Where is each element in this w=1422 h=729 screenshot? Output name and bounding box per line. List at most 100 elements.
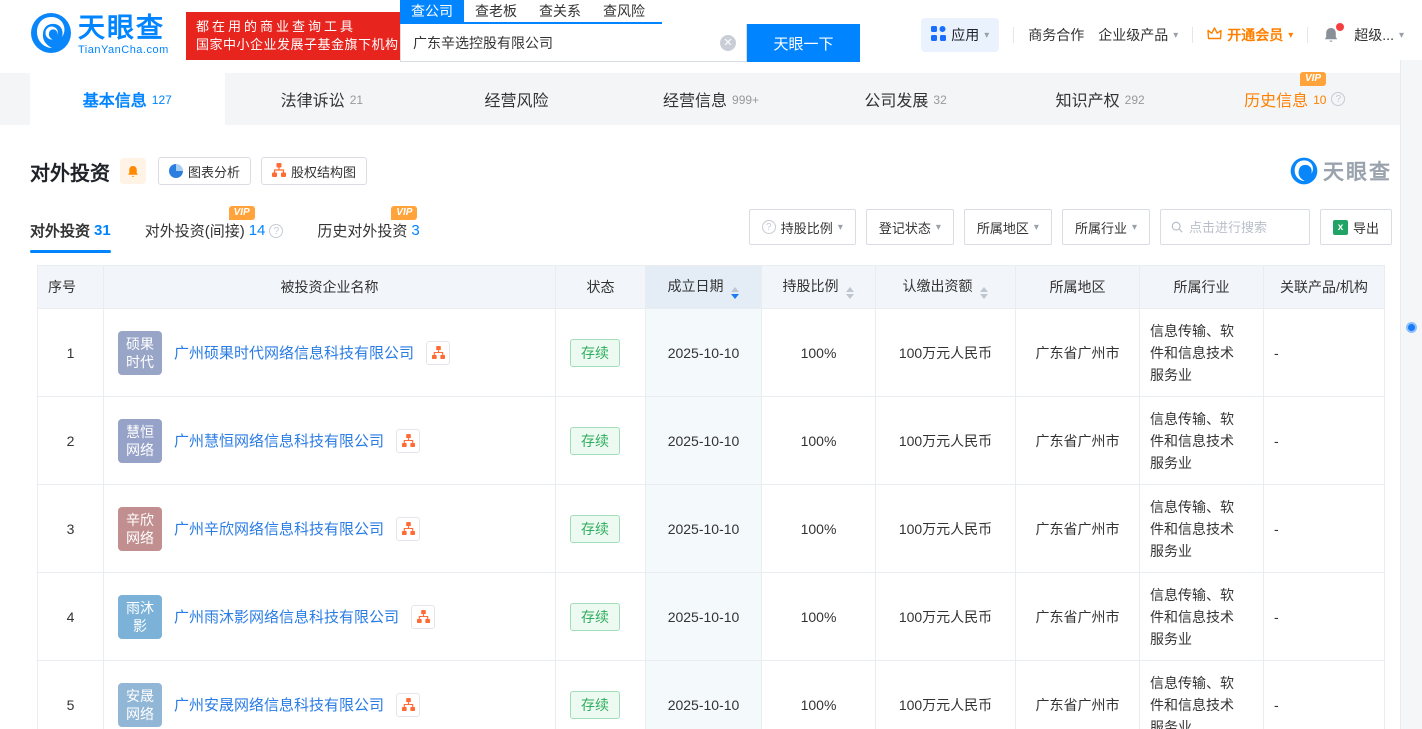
tianyancha-logo[interactable]: 天眼查 TianYanCha.com xyxy=(30,12,169,59)
vip-badge: VIP xyxy=(391,206,418,220)
company-link[interactable]: 广州慧恒网络信息科技有限公司 xyxy=(174,430,384,451)
col-header-shareholding-ratio[interactable]: 持股比例 xyxy=(761,265,876,309)
search-tab-risk[interactable]: 查风险 xyxy=(592,0,656,22)
tab-basic-info[interactable]: 基本信息 127 xyxy=(30,73,225,125)
company-link[interactable]: 广州辛欣网络信息科技有限公司 xyxy=(174,518,384,539)
col-header-status: 状态 xyxy=(555,265,646,309)
nav-apps[interactable]: 应用 ▾ xyxy=(921,18,1000,52)
divider xyxy=(1013,27,1015,43)
search-tab-relation[interactable]: 查关系 xyxy=(528,0,592,22)
col-header-company: 被投资企业名称 xyxy=(103,265,556,309)
subtab-indirect-investment[interactable]: 对外投资(间接) VIP 14 ? xyxy=(145,206,284,253)
table-row: 2 慧恒网络 广州慧恒网络信息科技有限公司 存续 2025-10-10 100%… xyxy=(37,396,1385,485)
equity-structure-icon[interactable] xyxy=(396,428,421,453)
table-row: 4 雨沐影 广州雨沐影网络信息科技有限公司 存续 2025-10-10 100%… xyxy=(37,572,1385,661)
logo-subtitle: TianYanCha.com xyxy=(78,44,169,56)
company-link[interactable]: 广州安晟网络信息科技有限公司 xyxy=(174,694,384,715)
nav-business-cooperation[interactable]: 商务合作 xyxy=(1028,25,1084,45)
tab-operating-info[interactable]: 经营信息 999+ xyxy=(614,73,809,125)
filter-region[interactable]: 所属地区 ▾ xyxy=(963,209,1052,245)
sort-icon[interactable] xyxy=(846,286,855,299)
help-icon[interactable]: ? xyxy=(1331,92,1346,106)
subscribed-capital: 100万元人民币 xyxy=(875,396,1016,485)
established-date: 2025-10-10 xyxy=(645,308,762,397)
subscribe-bell-button[interactable] xyxy=(120,158,146,184)
tab-legal-proceedings[interactable]: 法律诉讼 21 xyxy=(225,73,420,125)
nav-account[interactable]: 超级... ▾ xyxy=(1354,25,1404,45)
filter-bar: ? 持股比例 ▾ 登记状态 ▾ 所属地区 ▾ 所属行业 ▾ 点击进行搜索 x 导… xyxy=(748,209,1392,253)
search-button[interactable]: 天眼一下 xyxy=(747,24,860,62)
tab-history-info[interactable]: 历史信息 VIP 10 ? xyxy=(1197,72,1392,125)
established-date: 2025-10-10 xyxy=(645,484,762,573)
search-tab-company[interactable]: 查公司 xyxy=(400,0,464,22)
scrollbar[interactable] xyxy=(1400,60,1422,729)
page: 天眼查 TianYanCha.com 都在用的商业查询工具 国家中小企业发展子基… xyxy=(0,0,1422,729)
sort-icon[interactable] xyxy=(980,286,989,299)
bell-icon xyxy=(128,165,138,177)
divider xyxy=(1307,27,1309,43)
filter-registration-status[interactable]: 登记状态 ▾ xyxy=(865,209,954,245)
filter-shareholding-ratio[interactable]: ? 持股比例 ▾ xyxy=(748,209,856,245)
industry: 信息传输、软件和信息技术服务业 xyxy=(1139,660,1264,729)
nav-enterprise-products[interactable]: 企业级产品 ▾ xyxy=(1098,25,1178,45)
export-button[interactable]: x 导出 xyxy=(1319,209,1392,245)
subtab-outbound-investment[interactable]: 对外投资 31 xyxy=(30,220,111,253)
col-header-region: 所属地区 xyxy=(1015,265,1140,309)
apps-grid-icon xyxy=(931,26,947,44)
row-index: 3 xyxy=(37,484,104,573)
search-tab-boss[interactable]: 查老板 xyxy=(464,0,528,22)
company-avatar: 安晟网络 xyxy=(118,682,162,727)
subtab-historical-investment[interactable]: 历史对外投资 VIP 3 xyxy=(317,206,420,253)
table-search-box[interactable] xyxy=(1159,209,1310,245)
org-chart-icon xyxy=(272,162,287,180)
chevron-down-icon: ▾ xyxy=(1033,221,1039,233)
equity-structure-icon[interactable] xyxy=(426,340,451,365)
promo-line2: 国家中小企业发展子基金旗下机构 xyxy=(196,37,399,52)
equity-structure-icon[interactable] xyxy=(396,692,421,717)
tab-operating-risk[interactable]: 经营风险 xyxy=(419,73,614,125)
sort-icon[interactable] xyxy=(731,286,740,299)
company-link[interactable]: 广州雨沐影网络信息科技有限公司 xyxy=(174,606,399,627)
row-index: 5 xyxy=(37,660,104,729)
filter-industry[interactable]: 所属行业 ▾ xyxy=(1061,209,1150,245)
tianyancha-logo-icon xyxy=(1290,157,1318,185)
industry: 信息传输、软件和信息技术服务业 xyxy=(1139,308,1264,397)
tianyancha-watermark: 天眼查 xyxy=(1290,156,1392,186)
company-avatar: 慧恒网络 xyxy=(118,418,162,463)
main-content: 对外投资 图表分析 股权结构图 天眼查 对外投资 31 对外投资(间接) VIP… xyxy=(0,155,1422,729)
col-header-established-date[interactable]: 成立日期 xyxy=(645,265,762,309)
promo-line1: 都在用的商业查询工具 xyxy=(196,19,357,34)
equity-structure-button[interactable]: 股权结构图 xyxy=(261,157,368,185)
related-products: - xyxy=(1263,308,1385,397)
subscribed-capital: 100万元人民币 xyxy=(875,484,1016,573)
equity-structure-icon[interactable] xyxy=(396,516,421,541)
col-header-subscribed-capital[interactable]: 认缴出资额 xyxy=(875,265,1016,309)
status-badge: 存续 xyxy=(570,426,620,455)
tab-intellectual-property[interactable]: 知识产权 292 xyxy=(1003,73,1198,125)
search-input[interactable] xyxy=(401,24,746,61)
search-tabs: 查公司 查老板 查关系 查风险 xyxy=(400,0,662,24)
shareholding-ratio: 100% xyxy=(761,572,876,661)
section-header: 对外投资 图表分析 股权结构图 天眼查 xyxy=(30,155,1392,187)
chart-analysis-button[interactable]: 图表分析 xyxy=(158,157,252,185)
search-icon xyxy=(1171,221,1183,233)
section-title: 对外投资 xyxy=(30,162,110,185)
related-products: - xyxy=(1263,396,1385,485)
company-link[interactable]: 广州硕果时代网络信息科技有限公司 xyxy=(174,342,414,363)
clear-search-icon[interactable]: ✕ xyxy=(720,35,736,51)
search-module: 查公司 查老板 查关系 查风险 ✕ 天眼一下 xyxy=(400,0,860,62)
tab-company-development[interactable]: 公司发展 32 xyxy=(808,73,1003,125)
row-index: 4 xyxy=(37,572,104,661)
table-search-input[interactable] xyxy=(1189,219,1299,235)
notifications-bell[interactable] xyxy=(1322,23,1345,44)
equity-structure-icon[interactable] xyxy=(411,604,436,629)
subscribed-capital: 100万元人民币 xyxy=(875,572,1016,661)
established-date: 2025-10-10 xyxy=(645,660,762,729)
region: 广东省广州市 xyxy=(1015,396,1140,485)
industry: 信息传输、软件和信息技术服务业 xyxy=(1139,396,1264,485)
help-icon[interactable]: ? xyxy=(269,223,284,238)
scroll-indicator-dot[interactable] xyxy=(1406,322,1417,333)
nav-open-vip[interactable]: 开通会员 ▾ xyxy=(1207,25,1293,45)
company-tab-strip: 基本信息 127 法律诉讼 21 经营风险 经营信息 999+ 公司发展 32 知识产权… xyxy=(0,72,1422,125)
industry: 信息传输、软件和信息技术服务业 xyxy=(1139,484,1264,573)
